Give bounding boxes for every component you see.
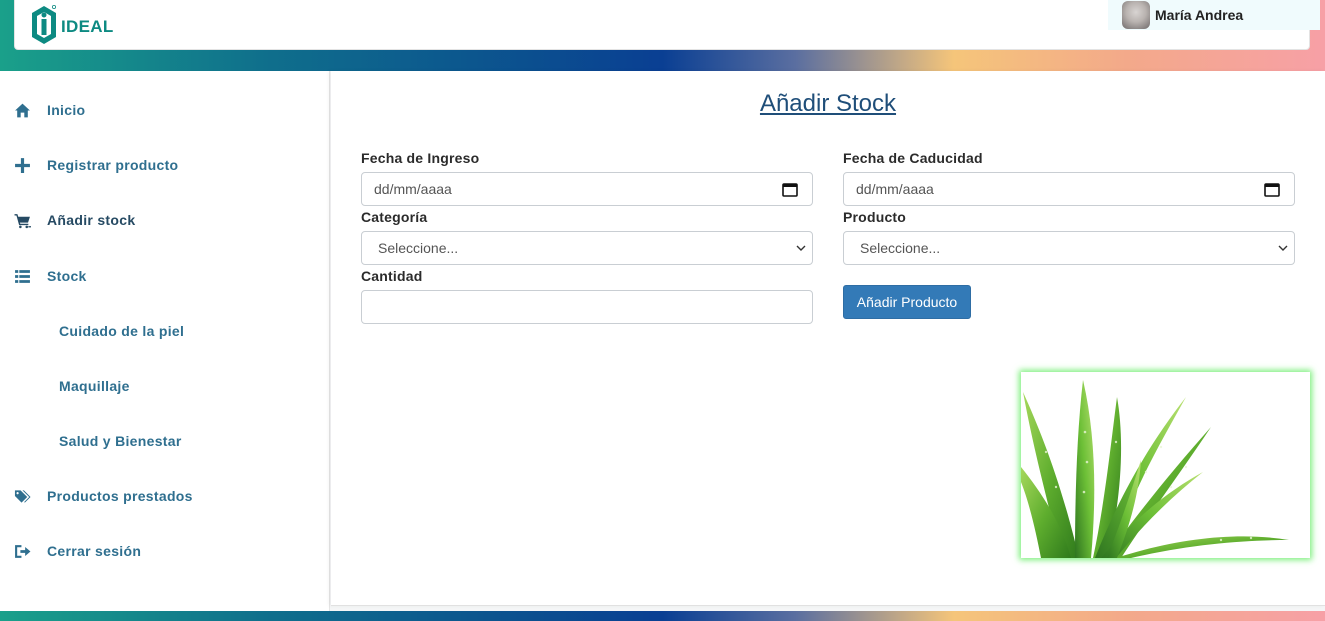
chevron-down-icon [796,245,806,251]
add-product-button[interactable]: Añadir Producto [843,285,971,319]
page-title: Añadir Stock [759,90,897,117]
sidebar-item-label: Salud y Bienestar [59,433,182,449]
plus-icon [12,155,32,175]
sidebar-item-label: Stock [47,268,87,284]
sidebar-item-cerrar-sesion[interactable]: Cerrar sesión [0,531,141,571]
categoria-select[interactable]: Seleccione... [361,231,813,265]
categoria-selected: Seleccione... [378,240,459,256]
sidebar-subitem-cuidado-de-la-piel[interactable]: Cuidado de la piel [0,311,184,351]
ideal-logo-icon [32,5,56,44]
sidebar-item-label: Añadir stock [47,212,136,228]
producto-select[interactable]: Seleccione... [843,231,1295,265]
sidebar-item-anadir-stock[interactable]: Añadir stock [0,200,135,240]
calendar-icon[interactable] [782,182,798,197]
sidebar-item-label: Cerrar sesión [47,543,142,559]
cantidad-field[interactable] [361,290,813,324]
sidebar-item-inicio[interactable]: Inicio [0,90,85,130]
tags-icon [12,486,32,506]
sidebar-subitem-maquillaje[interactable]: Maquillaje [0,366,130,406]
list-icon [12,266,32,286]
cantidad-label: Cantidad [361,268,423,284]
sidebar-item-label: Inicio [47,102,86,118]
footer-gradient-bar [0,611,1325,621]
top-header: IDEAL María Andrea [14,0,1320,50]
sidebar-item-label: Cuidado de la piel [59,323,185,339]
sidebar-item-productos-prestados[interactable]: Productos prestados [0,476,193,516]
home-icon [12,100,32,120]
producto-selected: Seleccione... [860,240,941,256]
categoria-label: Categoría [361,209,428,225]
logout-icon [12,541,32,561]
main-content: Añadir Stock Fecha de Ingreso dd/mm/aaaa… [331,71,1325,606]
sidebar-subitem-salud-y-bienestar[interactable]: Salud y Bienestar [0,421,182,461]
fecha-caducidad-label: Fecha de Caducidad [843,150,983,166]
logo-text: IDEAL [61,17,114,36]
fecha-ingreso-field[interactable]: dd/mm/aaaa [361,172,813,206]
sidebar-item-label: Productos prestados [47,488,193,504]
sidebar-item-label: Maquillaje [59,378,130,394]
user-menu[interactable]: María Andrea [1108,0,1320,30]
calendar-icon[interactable] [1264,182,1280,197]
ideal-logo[interactable]: IDEAL [29,3,129,47]
fecha-ingreso-label: Fecha de Ingreso [361,150,480,166]
chevron-down-icon [1278,245,1288,251]
cart-icon [12,210,32,230]
aloe-vera-image [1021,372,1310,558]
sidebar-item-registrar-producto[interactable]: Registrar producto [0,145,178,185]
sidebar-item-label: Registrar producto [47,157,179,173]
fecha-caducidad-field[interactable]: dd/mm/aaaa [843,172,1295,206]
sidebar: Inicio Registrar producto Añadir stock S… [0,71,330,611]
user-name: María Andrea [1155,7,1244,23]
producto-label: Producto [843,209,907,225]
aloe-vera-plant-icon [1021,380,1289,558]
sidebar-item-stock[interactable]: Stock [0,256,87,296]
fecha-caducidad-placeholder: dd/mm/aaaa [856,181,934,197]
avatar [1122,1,1150,29]
fecha-ingreso-placeholder: dd/mm/aaaa [374,181,452,197]
